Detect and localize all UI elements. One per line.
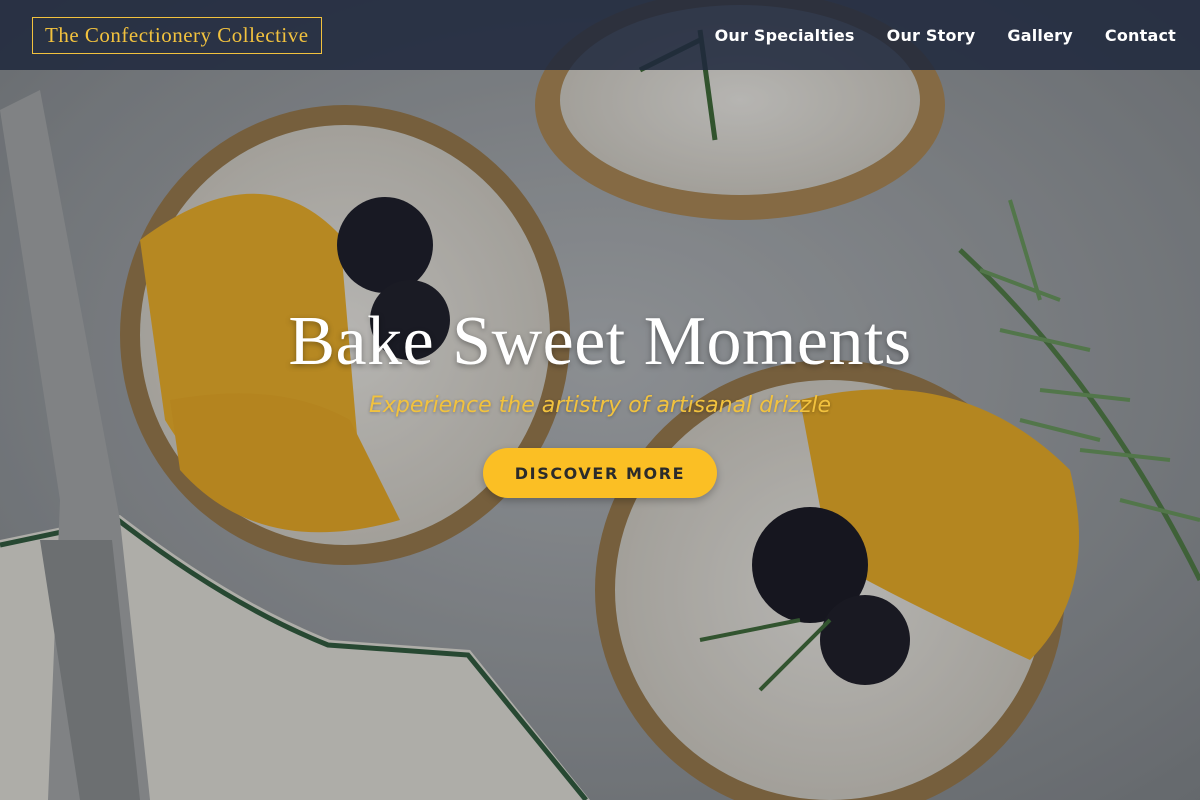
nav-link-gallery[interactable]: Gallery: [1007, 26, 1072, 45]
hero-subtitle: Experience the artistry of artisanal dri…: [369, 393, 831, 418]
page: The Confectionery Collective Our Special…: [0, 0, 1200, 800]
nav-link-our-story[interactable]: Our Story: [887, 26, 976, 45]
hero-section: Bake Sweet Moments Experience the artist…: [0, 70, 1200, 800]
hero-title: Bake Sweet Moments: [288, 303, 912, 380]
main-nav: Our Specialties Our Story Gallery Contac…: [715, 26, 1176, 45]
discover-more-button[interactable]: DISCOVER MORE: [482, 448, 718, 498]
nav-link-contact[interactable]: Contact: [1105, 26, 1176, 45]
site-header: The Confectionery Collective Our Special…: [0, 0, 1200, 70]
site-logo[interactable]: The Confectionery Collective: [32, 16, 322, 54]
nav-link-our-specialties[interactable]: Our Specialties: [715, 26, 855, 45]
